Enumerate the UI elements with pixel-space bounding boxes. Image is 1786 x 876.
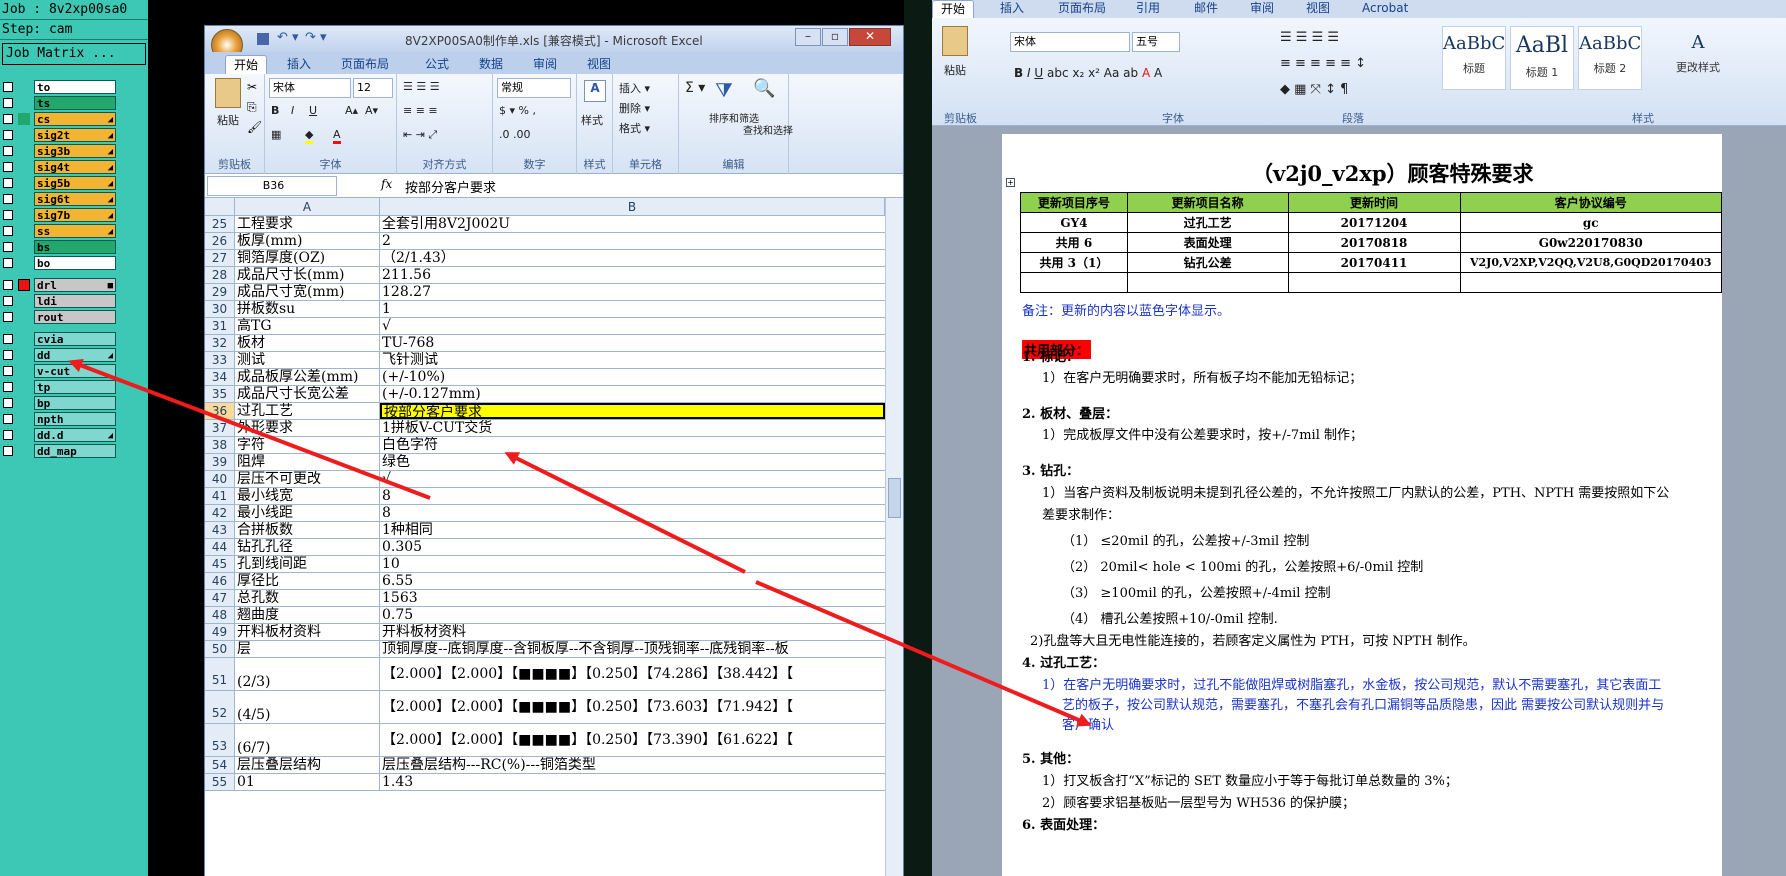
desktop: Job : 8v2xp00sa0 Step: cam Job Matrix ..…	[0, 0, 1786, 876]
arrow-to-cvia	[68, 359, 431, 500]
annotation-arrows	[68, 359, 1092, 727]
arrow-to-word-clause	[755, 580, 1092, 727]
arrow-to-b36	[504, 452, 746, 574]
